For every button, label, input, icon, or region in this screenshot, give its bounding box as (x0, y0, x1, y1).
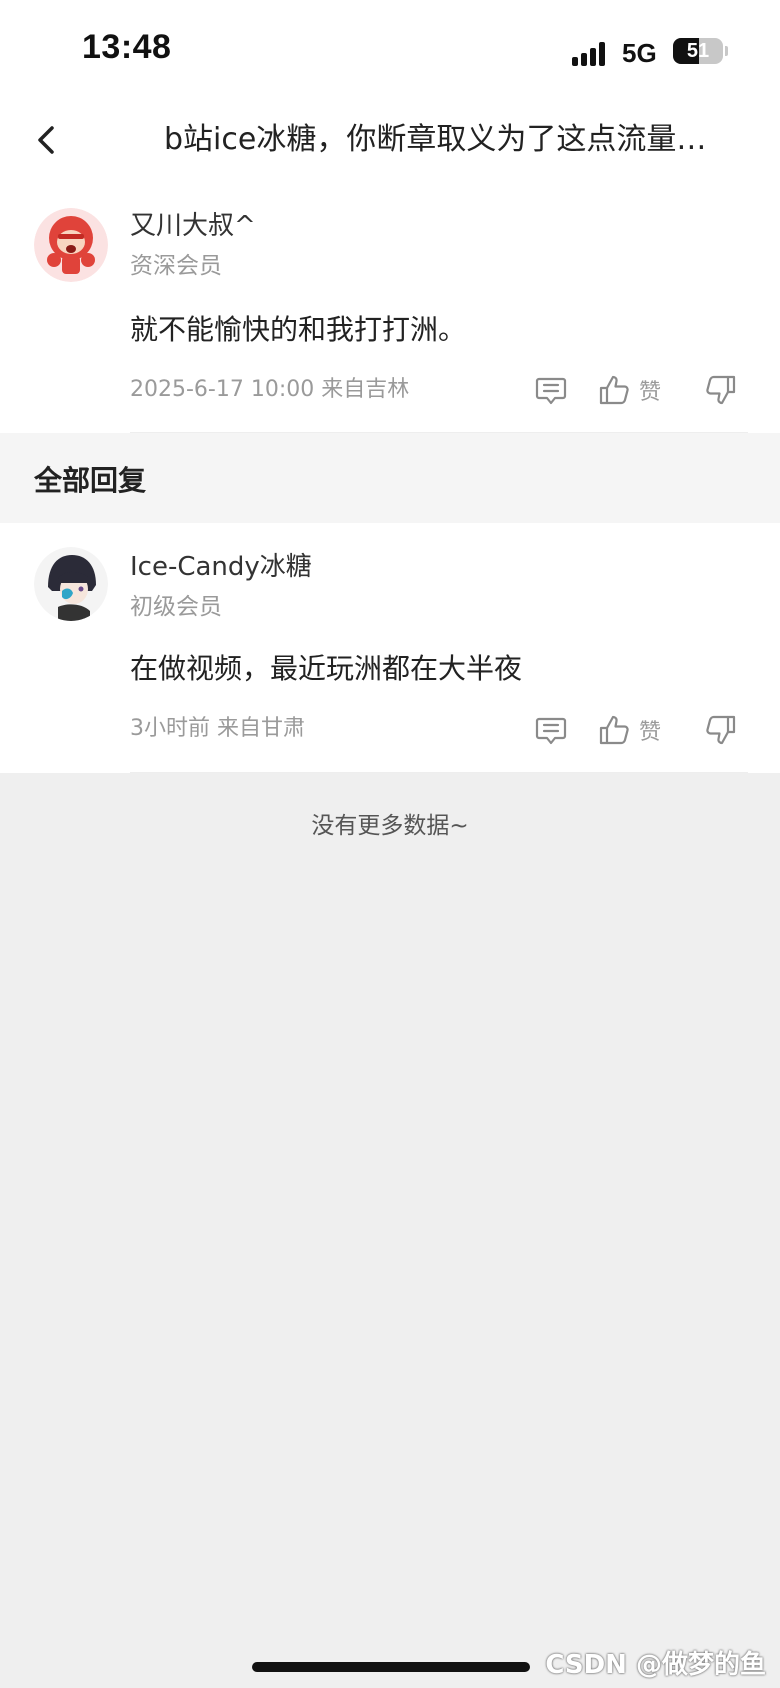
reply-item: Ice-Candy冰糖 初级会员 在做视频，最近玩洲都在大半夜 3小时前 来自甘… (0, 523, 780, 773)
back-button[interactable] (28, 118, 68, 162)
battery-icon: 51 (673, 38, 723, 64)
thumbs-down-icon (706, 375, 736, 405)
username[interactable]: 又川大叔^ (130, 208, 256, 244)
anime-girl-avatar-icon (34, 547, 108, 621)
dislike-button[interactable] (704, 370, 738, 410)
thumbs-up-icon (599, 375, 629, 405)
reply-button[interactable] (534, 710, 568, 750)
thumbs-down-icon (706, 715, 736, 745)
battery-level: 51 (686, 40, 710, 62)
comment-meta: 2025-6-17 10:00 来自吉林 (130, 377, 410, 402)
reply-text: 在做视频，最近玩洲都在大半夜 (130, 652, 523, 685)
dislike-button[interactable] (704, 710, 738, 750)
reply-meta: 3小时前 来自甘肃 (130, 716, 305, 741)
watermark: CSDN @做梦的鱼 (545, 1650, 766, 1680)
like-label: 赞 (639, 720, 662, 745)
status-time: 13:48 (82, 28, 172, 66)
avatar[interactable] (34, 547, 108, 621)
no-more-data-text: 没有更多数据~ (311, 813, 469, 839)
header-bar: b站ice冰糖，你断章取义为了这点流量… (0, 100, 780, 180)
member-level-badge: 初级会员 (130, 594, 222, 620)
signal-strength-icon (572, 42, 612, 66)
page-title: b站ice冰糖，你断章取义为了这点流量… (164, 122, 707, 157)
username[interactable]: Ice-Candy冰糖 (130, 549, 312, 585)
like-label: 赞 (639, 380, 662, 405)
comment-icon (535, 717, 567, 745)
red-cartoon-avatar-icon (34, 208, 108, 282)
avatar[interactable] (34, 208, 108, 282)
replies-section-header: 全部回复 (0, 433, 780, 523)
battery-tip (725, 46, 728, 56)
status-bar: 13:48 5G 51 (0, 0, 780, 100)
divider (130, 772, 748, 773)
comment-text: 就不能愉快的和我打打洲。 (130, 313, 467, 346)
section-title: 全部回复 (34, 464, 147, 497)
network-type: 5G (622, 38, 657, 68)
reply-button[interactable] (534, 370, 568, 410)
comment-icon (535, 377, 567, 405)
chevron-left-icon (38, 126, 54, 154)
home-indicator[interactable] (252, 1662, 530, 1672)
member-level-badge: 资深会员 (130, 253, 222, 279)
like-button[interactable]: 赞 (597, 710, 661, 750)
like-button[interactable]: 赞 (597, 370, 661, 410)
main-comment: 又川大叔^ 资深会员 就不能愉快的和我打打洲。 2025-6-17 10:00 … (0, 180, 780, 433)
thumbs-up-icon (599, 715, 629, 745)
